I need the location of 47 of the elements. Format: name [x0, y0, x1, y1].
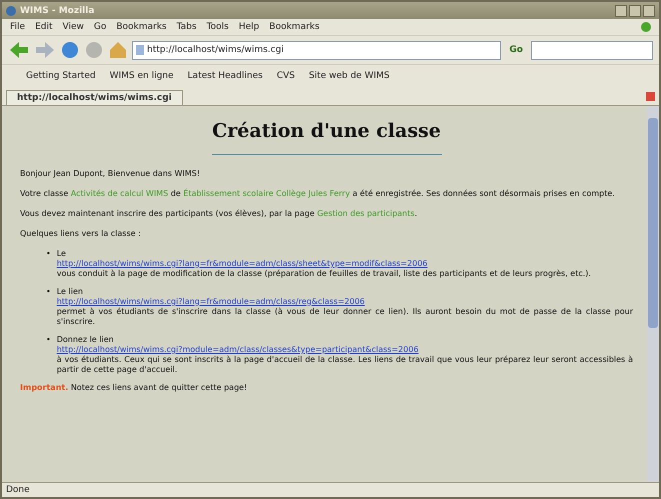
scrollbar[interactable] — [647, 106, 659, 482]
close-button[interactable] — [643, 4, 655, 16]
bookmark-item[interactable]: WIMS en ligne — [110, 71, 174, 81]
go-button[interactable]: Go — [505, 45, 527, 55]
paragraph: Vous devez maintenant inscrire des participants (vos élèves), par la page Gestion des participants. — [20, 208, 418, 219]
bullet: • — [46, 248, 51, 260]
bookmark-item[interactable]: CVS — [276, 71, 295, 81]
list-text: Donnez le lien — [56, 334, 115, 345]
address-field[interactable]: http://localhost/wims/wims.cgi — [132, 40, 502, 60]
list-text: à vos étudiants. Ceux qui se sont inscrits à la page d'accueil de la classe. Les liens de travail que vous leur préparez leur seront accessibles à partir de cette page d'accueil. — [56, 354, 633, 375]
menu-item[interactable]: Tools — [206, 22, 229, 32]
menu-item[interactable]: Tabs — [176, 22, 197, 32]
menu-item[interactable]: Bookmarks — [116, 22, 167, 32]
search-field[interactable] — [531, 40, 653, 60]
forward-icon[interactable] — [34, 40, 56, 60]
bookmark-item[interactable]: Latest Headlines — [188, 71, 263, 81]
list-text: vous conduit à la page de modification de la classe (préparation de feuilles de travail, liste des participants et de leurs progrès, etc.). — [56, 268, 592, 279]
bullet: • — [46, 334, 51, 346]
list-text: Le — [56, 248, 67, 259]
maximize-button[interactable] — [629, 4, 641, 16]
minimize-button[interactable] — [615, 4, 627, 16]
greeting-text: Bonjour Jean Dupont, Bienvenue dans WIMS! — [20, 168, 201, 179]
page-title: Création d'une classe — [211, 120, 442, 144]
status-text: Done — [2, 482, 659, 497]
bullet: • — [46, 286, 51, 298]
important-text: Notez ces liens avant de quitter cette page! — [70, 382, 248, 392]
menu-item[interactable]: Go — [94, 22, 106, 32]
home-icon[interactable] — [108, 40, 128, 60]
window-title: WIMS - Mozilla — [20, 6, 96, 16]
list-text: permet à vos étudiants de s'inscrire dans la classe (à vous de leur donner ce lien). Ils auront besoin du mot de passe de la classe pour s'inscrire. — [56, 306, 633, 327]
link[interactable]: http://localhost/wims/wims.cgi?lang=fr&module=adm/class/sheet&type=modif&class=2006 — [56, 258, 633, 269]
bookmark-item[interactable]: Getting Started — [26, 71, 96, 81]
menu-item[interactable]: Help — [238, 22, 260, 32]
bookmark-item[interactable]: Site web de WIMS — [308, 71, 390, 81]
menu-item[interactable]: Edit — [35, 22, 52, 32]
browser-tab[interactable]: http://localhost/wims/wims.cgi — [6, 90, 183, 105]
app-icon — [6, 6, 16, 16]
paragraph: Quelques liens vers la classe : — [20, 228, 142, 239]
menu-item[interactable]: File — [10, 22, 26, 32]
link[interactable]: http://localhost/wims/wims.cgi?module=adm/class/classes&type=participant&class=2006 — [56, 344, 633, 355]
menu-item[interactable]: Bookmarks — [269, 22, 320, 32]
important-label: Important. — [20, 382, 68, 392]
paragraph: Votre classe Activités de calcul WIMS de Établissement scolaire Collège Jules Ferry a été enregistrée. Ses données sont désormais prises en compte. — [20, 188, 616, 199]
link[interactable]: http://localhost/wims/wims.cgi?lang=fr&module=adm/class/reg&class=2006 — [56, 296, 633, 307]
back-icon[interactable] — [8, 40, 30, 60]
menu-item[interactable]: View — [62, 22, 84, 32]
list-text: Le lien — [56, 286, 84, 297]
